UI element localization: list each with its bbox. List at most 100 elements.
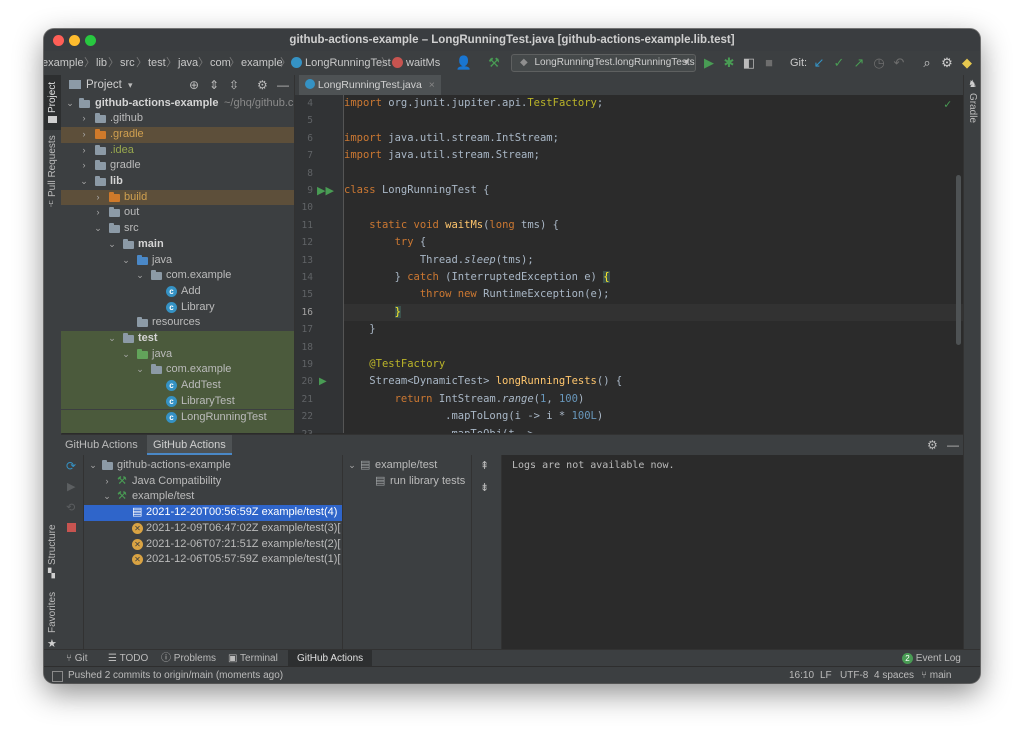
indent-setting[interactable]: 4 spaces <box>874 667 914 683</box>
hide-panel-icon[interactable]: — <box>947 435 959 455</box>
file-encoding[interactable]: UTF-8 <box>840 667 868 683</box>
tab-github-actions-2[interactable]: GitHub Actions <box>147 435 232 455</box>
stop-icon[interactable]: ■ <box>760 54 778 72</box>
run-test-gutter-icon[interactable]: ▶ <box>319 376 327 387</box>
run-icon[interactable]: ▶ <box>700 54 718 72</box>
editor-scrollbar[interactable] <box>956 175 961 345</box>
tree-row-lib[interactable]: ⌄ lib <box>61 174 294 190</box>
user-icon[interactable]: 👤 <box>455 54 473 72</box>
tree-row-test[interactable]: ⌄ test <box>61 331 294 347</box>
git-push-icon[interactable]: ↗ <box>850 54 868 72</box>
tool-windows-toggle-icon[interactable] <box>52 671 63 682</box>
tree-row-workflow-java-compat[interactable]: › ⚒ Java Compatibility <box>84 474 342 490</box>
git-branch-widget[interactable]: ⑂ main <box>921 667 951 683</box>
breadcrumb-method[interactable]: waitMs <box>406 51 440 75</box>
event-log-button[interactable]: 2 Event Log <box>902 650 961 667</box>
tree-row-library[interactable]: c Library <box>61 300 294 316</box>
code-line: .mapToLong(i -> i * 100L) <box>344 410 604 423</box>
chevron-down-icon[interactable]: ▾ <box>128 75 133 95</box>
chevron-right-icon: › <box>96 207 100 218</box>
breadcrumb-com[interactable]: com <box>210 51 231 75</box>
caret-position[interactable]: 16:10 <box>789 667 814 683</box>
tree-row-src[interactable]: ⌄ src <box>61 221 294 237</box>
hide-panel-icon[interactable]: — <box>277 75 289 95</box>
tree-row-gradle[interactable]: › gradle <box>61 158 294 174</box>
run-configuration-select[interactable]: ◆ LongRunningTest.longRunningTests ▾ <box>511 54 696 72</box>
tree-row-build[interactable]: › build <box>61 189 294 206</box>
tree-row-addtest[interactable]: c AddTest <box>61 378 294 394</box>
tree-row-longrunningtest[interactable]: c LongRunningTest <box>61 409 294 426</box>
tree-row-workflow-example-test[interactable]: ⌄ ⚒ example/test <box>84 489 342 505</box>
structure-stripe-button[interactable]: Structure ▚ <box>44 520 61 580</box>
rollback-icon[interactable]: ↶ <box>890 54 908 72</box>
gradle-stripe-button[interactable]: ♞ Gradle <box>964 77 980 123</box>
project-view-select[interactable]: Project <box>86 75 122 95</box>
tree-row-project-root[interactable]: ⌄ github-actions-example ~/ghq/github.c <box>61 96 294 112</box>
tree-row-test-package[interactable]: ⌄ com.example <box>61 362 294 379</box>
gear-icon[interactable]: ⚙ <box>927 435 938 455</box>
tree-row-main-java[interactable]: ⌄ java <box>61 253 294 269</box>
tool-tab-github-actions[interactable]: GitHub Actions <box>288 650 373 667</box>
tree-row-job-step[interactable]: ▤ run library tests <box>343 474 471 490</box>
breadcrumb-java[interactable]: java <box>178 51 198 75</box>
tree-row-run-4[interactable]: ▤ 2021-12-20T00:56:59Z example/test(4) <box>84 505 342 521</box>
tree-row-test-java[interactable]: ⌄ java <box>61 346 294 363</box>
tool-tab-problems[interactable]: ⓘ Problems <box>161 650 216 667</box>
debug-icon[interactable]: ✱ <box>720 54 738 72</box>
tree-row-run-3[interactable]: ✕ 2021-12-09T06:47:02Z example/test(3)[ <box>84 521 342 537</box>
scroll-to-bottom-icon[interactable]: ⇟ <box>480 481 489 494</box>
stop-icon[interactable] <box>67 523 76 532</box>
history-icon[interactable]: ◷ <box>870 54 888 72</box>
scroll-to-top-icon[interactable]: ⇞ <box>480 459 489 472</box>
coverage-icon[interactable]: ◧ <box>740 54 758 72</box>
run-icon[interactable]: ▶ <box>67 480 75 493</box>
tree-row-run-2[interactable]: ✕ 2021-12-06T07:21:51Z example/test(2)[ <box>84 537 342 553</box>
gear-icon[interactable]: ⚙ <box>938 54 956 72</box>
locate-target-icon[interactable]: ⊕ <box>189 75 199 95</box>
expand-all-icon[interactable]: ⇕ <box>209 75 219 95</box>
tree-row-idea[interactable]: › .idea <box>61 143 294 159</box>
code-editor[interactable]: import org.junit.jupiter.api.TestFactory… <box>344 95 963 433</box>
gear-icon[interactable]: ⚙ <box>257 75 268 95</box>
breadcrumb-example-root[interactable]: example <box>44 51 84 75</box>
project-stripe-button[interactable]: Project <box>44 75 61 130</box>
tree-row-main-package[interactable]: ⌄ com.example <box>61 268 294 284</box>
refresh-icon[interactable]: ⟳ <box>66 459 76 473</box>
status-message[interactable]: Pushed 2 commits to origin/main (moments… <box>68 667 283 683</box>
jetbrains-toolbox-icon[interactable]: ◆ <box>958 54 976 72</box>
editor-tab-longrunningtest[interactable]: LongRunningTest.java × <box>299 75 441 97</box>
search-icon[interactable]: ⌕ <box>918 54 936 72</box>
breadcrumb-src[interactable]: src <box>120 51 135 75</box>
breadcrumb-class[interactable]: LongRunningTest <box>305 51 391 75</box>
tree-row-librarytest[interactable]: c LibraryTest <box>61 393 294 410</box>
tree-row-repository[interactable]: ⌄ github-actions-example <box>84 458 342 474</box>
tool-tab-todo[interactable]: ☰ TODO <box>108 650 148 667</box>
tree-row-out[interactable]: › out <box>61 205 294 221</box>
rerun-icon[interactable]: ⟲ <box>66 501 75 514</box>
line-separator[interactable]: LF <box>820 667 832 683</box>
favorites-stripe-button[interactable]: Favorites ★ <box>44 585 61 650</box>
tree-row-job-group[interactable]: ⌄ ▤ example/test <box>343 458 471 474</box>
tool-tab-git[interactable]: ⑂ Git <box>66 650 88 667</box>
build-hammer-icon[interactable]: ⚒ <box>485 54 503 72</box>
tree-row-resources[interactable]: resources <box>61 315 294 331</box>
run-class-gutter-icon[interactable]: ▶▶ <box>317 184 334 197</box>
collapse-all-icon[interactable]: ⇳ <box>229 75 239 95</box>
close-icon[interactable]: × <box>429 79 435 91</box>
git-commit-icon[interactable]: ✓ <box>830 54 848 72</box>
breadcrumb-lib[interactable]: lib <box>96 51 107 75</box>
tree-row-main[interactable]: ⌄ main <box>61 237 294 253</box>
tree-row-github[interactable]: › .github <box>61 111 294 127</box>
tree-row-add[interactable]: c Add <box>61 284 294 300</box>
log-view[interactable]: Logs are not available now. <box>502 455 963 649</box>
inspection-ok-icon[interactable]: ✓ <box>944 97 951 111</box>
breadcrumb-example[interactable]: example <box>241 51 283 75</box>
tab-github-actions-1[interactable]: GitHub Actions <box>65 435 138 455</box>
pull-requests-stripe-button[interactable]: Pull Requests ⑂ <box>44 135 61 210</box>
right-tool-stripe: ♞ Gradle <box>963 75 980 649</box>
tree-row-gradle-cache[interactable]: › .gradle <box>61 126 294 143</box>
breadcrumb-test[interactable]: test <box>148 51 166 75</box>
git-update-icon[interactable]: ↙ <box>810 54 828 72</box>
tree-row-run-1[interactable]: ✕ 2021-12-06T05:57:59Z example/test(1)[ <box>84 552 342 568</box>
tool-tab-terminal[interactable]: ▣ Terminal <box>228 650 278 667</box>
